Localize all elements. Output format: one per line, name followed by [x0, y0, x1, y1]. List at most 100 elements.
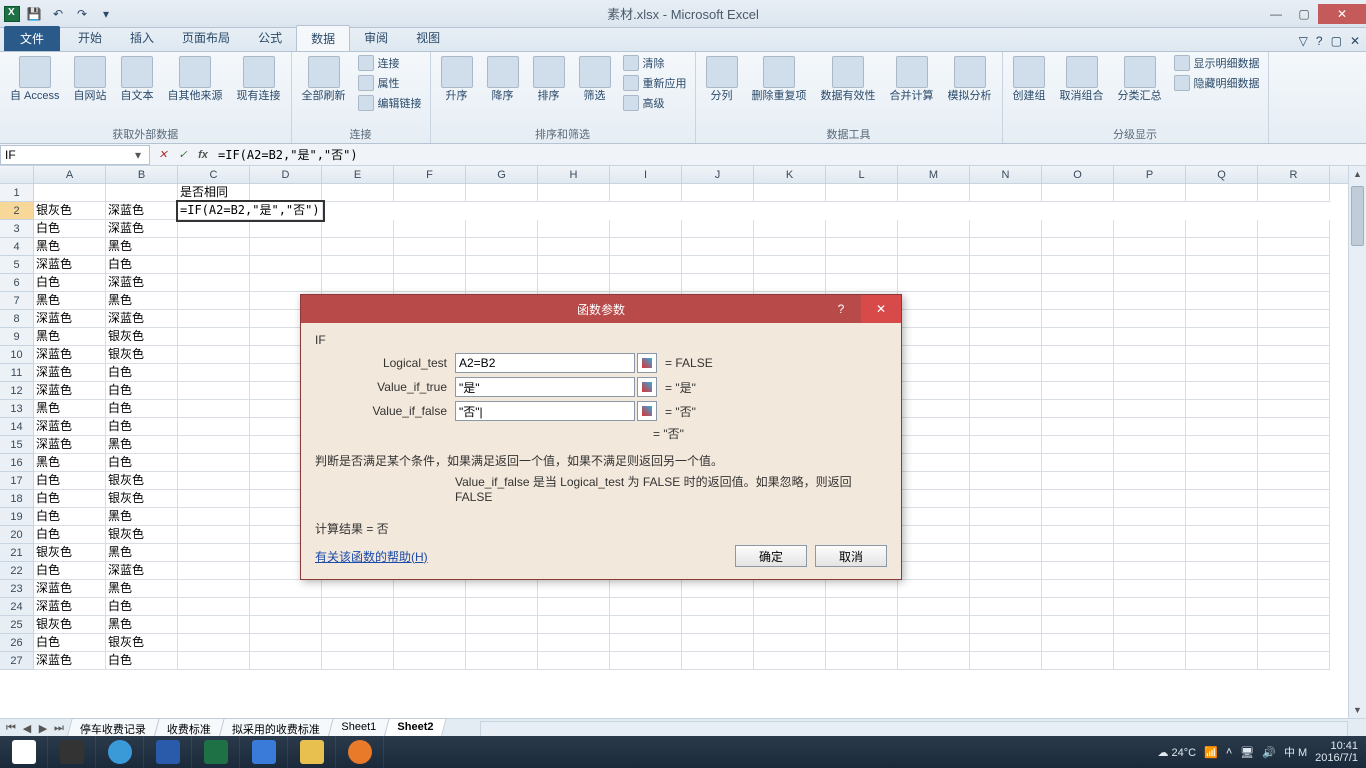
name-box-dropdown-icon[interactable]: ▾ [131, 148, 145, 162]
cell[interactable] [178, 562, 250, 580]
cell[interactable] [1042, 508, 1114, 526]
ribbon-button[interactable]: 创建组 [1009, 54, 1050, 105]
cell[interactable] [682, 220, 754, 238]
row-header[interactable]: 13 [0, 400, 34, 418]
cell[interactable] [610, 220, 682, 238]
cell[interactable] [1258, 382, 1330, 400]
cell[interactable] [970, 652, 1042, 670]
cell[interactable]: 白色 [34, 472, 106, 490]
cell[interactable] [394, 238, 466, 256]
qat-more[interactable]: ▾ [96, 4, 116, 24]
cell[interactable] [1258, 598, 1330, 616]
fx-icon[interactable]: fx [194, 146, 212, 164]
cell[interactable] [826, 220, 898, 238]
row-header[interactable]: 22 [0, 562, 34, 580]
cell[interactable] [1042, 346, 1114, 364]
row-header[interactable]: 14 [0, 418, 34, 436]
cell[interactable] [178, 508, 250, 526]
column-header[interactable]: J [682, 166, 754, 183]
ribbon-button[interactable]: 筛选 [575, 54, 615, 105]
cell[interactable] [1114, 220, 1186, 238]
cell[interactable] [754, 274, 826, 292]
ribbon-small-button[interactable]: 高级 [621, 94, 689, 112]
cell[interactable] [1114, 184, 1186, 202]
cell[interactable]: 白色 [106, 400, 178, 418]
cell[interactable] [466, 634, 538, 652]
cell[interactable]: 深蓝色 [34, 436, 106, 454]
cell[interactable] [1258, 256, 1330, 274]
cell[interactable] [1042, 454, 1114, 472]
range-picker-icon[interactable] [637, 377, 657, 397]
cell[interactable] [682, 580, 754, 598]
cell[interactable] [322, 220, 394, 238]
cell[interactable] [1186, 328, 1258, 346]
cell[interactable]: 黑色 [34, 292, 106, 310]
cell[interactable] [754, 220, 826, 238]
cell[interactable] [1114, 652, 1186, 670]
cell[interactable] [178, 580, 250, 598]
cell[interactable] [610, 184, 682, 202]
cell[interactable] [898, 454, 970, 472]
cell[interactable] [394, 652, 466, 670]
ribbon-button[interactable]: 升序 [437, 54, 477, 105]
cell[interactable] [1186, 418, 1258, 436]
cell[interactable]: 银灰色 [106, 634, 178, 652]
cell[interactable] [1258, 310, 1330, 328]
cell[interactable] [1114, 274, 1186, 292]
row-header[interactable]: 23 [0, 580, 34, 598]
cell[interactable]: 深蓝色 [106, 202, 178, 220]
column-header[interactable]: K [754, 166, 826, 183]
cell[interactable] [610, 580, 682, 598]
cell[interactable] [322, 274, 394, 292]
cell[interactable] [1114, 562, 1186, 580]
cell[interactable] [1042, 292, 1114, 310]
cell[interactable] [1186, 364, 1258, 382]
cell[interactable] [1042, 616, 1114, 634]
ribbon-button[interactable]: 分列 [702, 54, 742, 105]
cell[interactable]: 白色 [34, 490, 106, 508]
column-header[interactable]: O [1042, 166, 1114, 183]
column-header[interactable]: G [466, 166, 538, 183]
cell[interactable]: =IF(A2=B2,"是","否") [178, 202, 323, 220]
cell[interactable]: 白色 [34, 634, 106, 652]
cell[interactable] [1114, 598, 1186, 616]
cell[interactable] [1114, 634, 1186, 652]
cell[interactable] [826, 598, 898, 616]
cell[interactable] [466, 238, 538, 256]
cell[interactable]: 银灰色 [106, 328, 178, 346]
cell[interactable] [1186, 256, 1258, 274]
dialog-help-icon[interactable]: ? [821, 295, 861, 323]
cell[interactable]: 深蓝色 [34, 580, 106, 598]
ribbon-button[interactable]: 取消组合 [1056, 54, 1108, 105]
cell[interactable] [826, 580, 898, 598]
cell[interactable] [1258, 274, 1330, 292]
cell[interactable] [178, 274, 250, 292]
cell[interactable] [1042, 238, 1114, 256]
cell[interactable] [1114, 544, 1186, 562]
cell[interactable] [322, 598, 394, 616]
cell[interactable] [538, 598, 610, 616]
cell[interactable] [754, 580, 826, 598]
cell[interactable] [970, 292, 1042, 310]
cell[interactable] [178, 400, 250, 418]
system-clock[interactable]: 10:41 2016/7/1 [1315, 740, 1358, 764]
window-restore-icon[interactable]: ▢ [1331, 34, 1342, 48]
scroll-up-icon[interactable]: ▲ [1349, 166, 1366, 182]
cell[interactable] [1258, 346, 1330, 364]
cell[interactable] [394, 220, 466, 238]
cell[interactable] [1258, 508, 1330, 526]
cell[interactable] [1042, 436, 1114, 454]
dialog-arg-input[interactable] [455, 377, 635, 397]
cell[interactable] [1258, 238, 1330, 256]
cell[interactable] [250, 598, 322, 616]
row-header[interactable]: 10 [0, 346, 34, 364]
cell[interactable] [538, 616, 610, 634]
cell[interactable] [34, 184, 106, 202]
row-header[interactable]: 15 [0, 436, 34, 454]
cell[interactable] [250, 184, 322, 202]
cell[interactable] [754, 598, 826, 616]
cell[interactable] [322, 652, 394, 670]
ribbon-button[interactable]: 排序 [529, 54, 569, 105]
cell[interactable] [1042, 652, 1114, 670]
column-header[interactable]: D [250, 166, 322, 183]
